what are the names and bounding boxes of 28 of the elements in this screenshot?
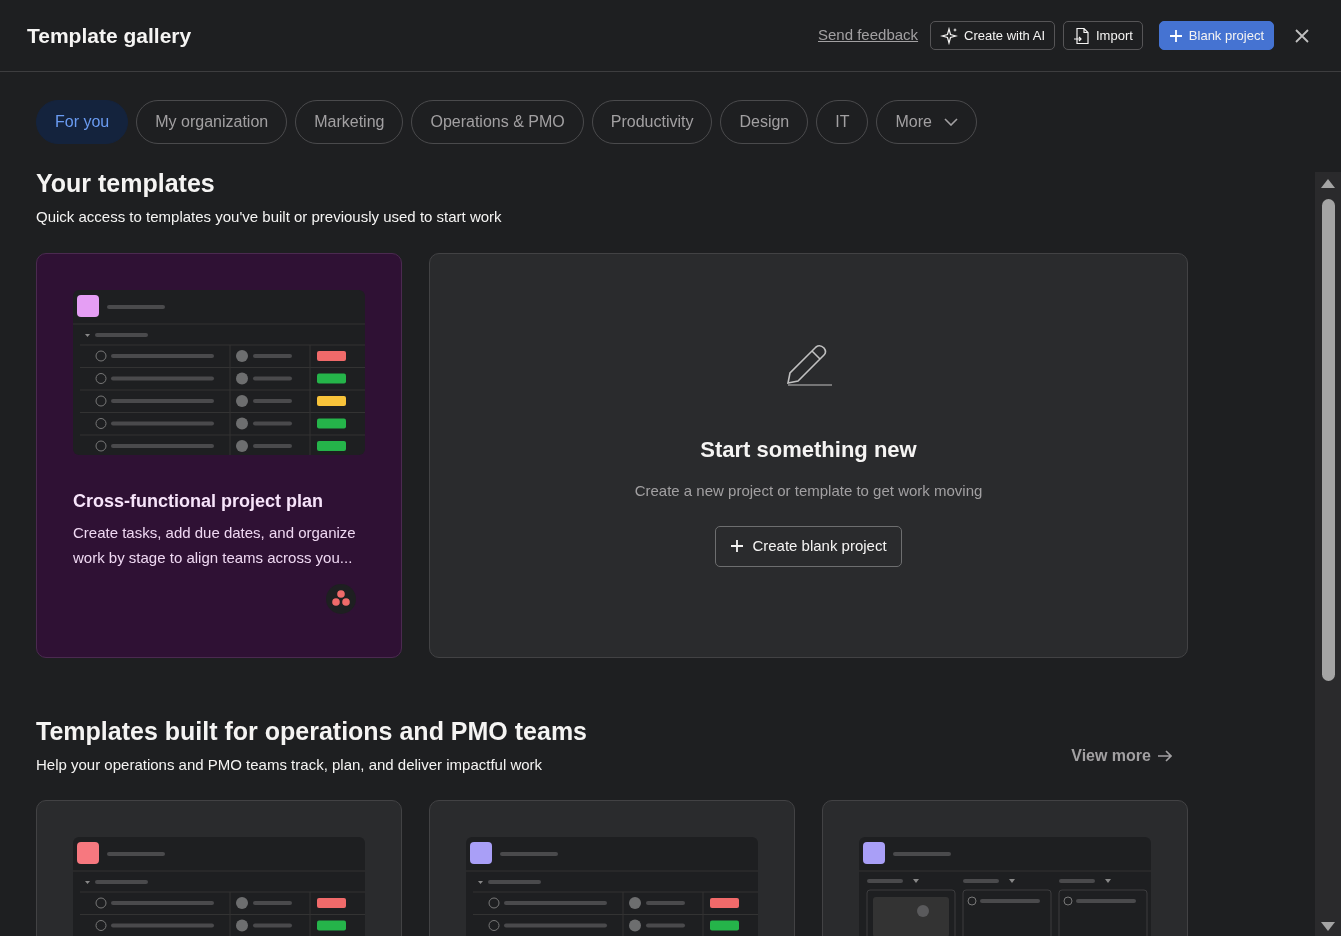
arrow-right-icon bbox=[1157, 749, 1172, 763]
scrollbar[interactable] bbox=[1315, 172, 1341, 936]
view-more-link[interactable]: View more bbox=[1071, 744, 1172, 768]
scroll-down-icon bbox=[1321, 921, 1335, 932]
document-icon bbox=[1073, 26, 1090, 45]
start-title: Start something new bbox=[700, 437, 917, 464]
blank-project-button[interactable]: Blank project bbox=[1158, 20, 1274, 51]
window-title: Template gallery bbox=[27, 22, 192, 49]
section-subtitle: Quick access to templates you've built or previously used to start work bbox=[36, 207, 502, 227]
template-card[interactable]: Cross-functional project plan Create tasks, add due dates, and organize work by stage to align teams across you... bbox=[36, 252, 402, 658]
create-blank-project-button[interactable]: Create blank project bbox=[715, 526, 902, 567]
feedback-link[interactable]: Send feedback bbox=[818, 24, 919, 47]
section-title: Your templates bbox=[36, 168, 215, 198]
plus-icon bbox=[730, 539, 745, 554]
section-subtitle: Help your operations and PMO teams track, plan, and deliver impactful work bbox=[36, 754, 543, 775]
plus-icon bbox=[1168, 28, 1183, 43]
app-logo-icon bbox=[326, 584, 356, 615]
import-button[interactable]: Import bbox=[1063, 20, 1143, 51]
section-title: Templates built for operations and PMO teams bbox=[36, 715, 587, 746]
scroll-up-icon bbox=[1321, 178, 1335, 189]
scrollbar-thumb[interactable] bbox=[1322, 199, 1335, 681]
create-ai-button[interactable]: Create with AI bbox=[930, 20, 1055, 51]
start-subtitle: Create a new project or template to get work moving bbox=[634, 480, 983, 501]
filter-tab[interactable]: For you bbox=[36, 100, 129, 144]
sparkle-icon bbox=[940, 26, 959, 45]
card-title: Cross-functional project plan bbox=[73, 490, 325, 513]
card-description: Create tasks, add due dates, and organize work by stage to align teams across you... bbox=[73, 523, 357, 569]
close-icon bbox=[1294, 28, 1310, 45]
